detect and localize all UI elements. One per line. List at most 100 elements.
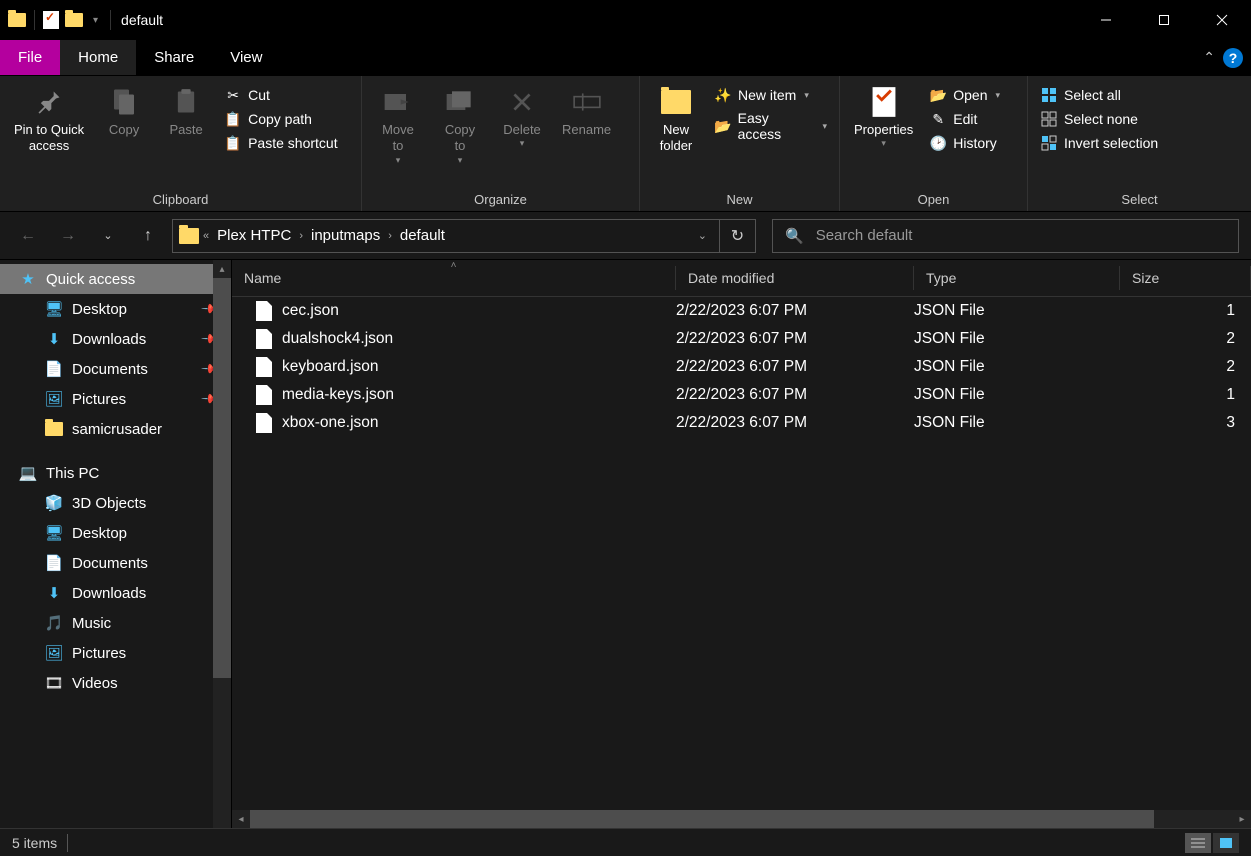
sidebar-downloads-pc[interactable]: ⬇Downloads bbox=[0, 578, 231, 608]
history-icon: 🕑 bbox=[929, 134, 947, 152]
sidebar-pictures[interactable]: 🖼Pictures📌 bbox=[0, 384, 231, 414]
sidebar-this-pc[interactable]: 💻This PC bbox=[0, 458, 231, 488]
videos-icon: 🎞 bbox=[44, 673, 64, 693]
select-none-icon bbox=[1040, 110, 1058, 128]
ribbon: Pin to Quick access Copy Paste ✂Cut 📋Cop… bbox=[0, 76, 1251, 212]
column-size[interactable]: Size bbox=[1120, 266, 1251, 290]
move-to-button[interactable]: Move to▾ bbox=[370, 80, 426, 170]
sidebar-documents-pc[interactable]: 📄Documents bbox=[0, 548, 231, 578]
search-input[interactable]: 🔍 Search default bbox=[772, 219, 1239, 253]
breadcrumb-item[interactable]: Plex HTPC bbox=[213, 227, 295, 244]
collapse-ribbon-icon[interactable]: ⌃ bbox=[1203, 49, 1215, 66]
column-type[interactable]: Type bbox=[914, 266, 1120, 290]
file-row[interactable]: dualshock4.json2/22/2023 6:07 PMJSON Fil… bbox=[232, 325, 1251, 353]
refresh-button[interactable]: ↻ bbox=[720, 219, 756, 253]
star-icon: ★ bbox=[18, 269, 38, 289]
sidebar-music[interactable]: 🎵Music bbox=[0, 608, 231, 638]
tab-file[interactable]: File bbox=[0, 40, 60, 75]
pc-icon: 💻 bbox=[18, 463, 38, 483]
file-row[interactable]: media-keys.json2/22/2023 6:07 PMJSON Fil… bbox=[232, 381, 1251, 409]
close-button[interactable] bbox=[1193, 0, 1251, 40]
sidebar-downloads[interactable]: ⬇Downloads📌 bbox=[0, 324, 231, 354]
item-count: 5 items bbox=[12, 835, 57, 851]
qat-properties-icon[interactable] bbox=[43, 11, 59, 29]
maximize-button[interactable] bbox=[1135, 0, 1193, 40]
help-button[interactable]: ? bbox=[1223, 48, 1243, 68]
horizontal-scrollbar[interactable]: ◂▸ bbox=[232, 810, 1251, 828]
sidebar-scrollbar[interactable]: ▴ bbox=[213, 260, 231, 828]
back-button[interactable]: ← bbox=[12, 220, 44, 252]
paste-button[interactable]: Paste bbox=[158, 80, 214, 142]
tab-home[interactable]: Home bbox=[60, 40, 136, 75]
sidebar-3d-objects[interactable]: 🧊3D Objects bbox=[0, 488, 231, 518]
folder-icon bbox=[179, 228, 199, 244]
paste-shortcut-icon: 📋 bbox=[224, 134, 242, 152]
easy-access-button[interactable]: 📂Easy access▾ bbox=[710, 108, 831, 144]
file-icon bbox=[256, 413, 272, 433]
column-name[interactable]: Name˄ bbox=[232, 266, 676, 290]
select-none-button[interactable]: Select none bbox=[1036, 108, 1162, 130]
recent-dropdown[interactable]: ⌄ bbox=[92, 220, 124, 252]
tab-share[interactable]: Share bbox=[136, 40, 212, 75]
file-row[interactable]: cec.json2/22/2023 6:07 PMJSON File1 bbox=[232, 297, 1251, 325]
file-date: 2/22/2023 6:07 PM bbox=[676, 358, 914, 376]
file-name: xbox-one.json bbox=[282, 414, 379, 432]
tab-view[interactable]: View bbox=[212, 40, 280, 75]
details-view-button[interactable] bbox=[1185, 833, 1211, 853]
select-all-button[interactable]: Select all bbox=[1036, 84, 1162, 106]
breadcrumb-item[interactable]: inputmaps bbox=[307, 227, 384, 244]
pictures-icon: 🖼 bbox=[44, 643, 64, 663]
file-row[interactable]: keyboard.json2/22/2023 6:07 PMJSON File2 bbox=[232, 353, 1251, 381]
address-dropdown-icon[interactable]: ⌄ bbox=[692, 229, 713, 242]
sidebar-quick-access[interactable]: ★Quick access bbox=[0, 264, 231, 294]
copy-icon bbox=[106, 84, 142, 120]
sidebar-desktop-pc[interactable]: 🖥Desktop bbox=[0, 518, 231, 548]
navigation-sidebar: ★Quick access 🖥Desktop📌 ⬇Downloads📌 📄Doc… bbox=[0, 260, 232, 828]
downloads-icon: ⬇ bbox=[44, 329, 64, 349]
sidebar-desktop[interactable]: 🖥Desktop📌 bbox=[0, 294, 231, 324]
music-icon: 🎵 bbox=[44, 613, 64, 633]
edit-button[interactable]: ✎Edit bbox=[925, 108, 1004, 130]
invert-selection-button[interactable]: Invert selection bbox=[1036, 132, 1162, 154]
new-folder-button[interactable]: New folder bbox=[648, 80, 704, 159]
pin-quick-access-button[interactable]: Pin to Quick access bbox=[8, 80, 90, 159]
file-size: 2 bbox=[1120, 330, 1251, 348]
sidebar-pictures-pc[interactable]: 🖼Pictures bbox=[0, 638, 231, 668]
cut-icon: ✂ bbox=[224, 86, 242, 104]
qat-open-icon[interactable] bbox=[65, 13, 83, 27]
sidebar-samicrusader[interactable]: samicrusader bbox=[0, 414, 231, 444]
file-type: JSON File bbox=[914, 330, 1120, 348]
paste-shortcut-button[interactable]: 📋Paste shortcut bbox=[220, 132, 342, 154]
file-type: JSON File bbox=[914, 414, 1120, 432]
cut-button[interactable]: ✂Cut bbox=[220, 84, 342, 106]
new-item-button[interactable]: ✨New item▾ bbox=[710, 84, 831, 106]
file-row[interactable]: xbox-one.json2/22/2023 6:07 PMJSON File3 bbox=[232, 409, 1251, 437]
file-type: JSON File bbox=[914, 358, 1120, 376]
address-bar[interactable]: « Plex HTPC › inputmaps › default ⌄ bbox=[172, 219, 720, 253]
file-icon bbox=[256, 329, 272, 349]
file-type: JSON File bbox=[914, 386, 1120, 404]
qat-dropdown-icon[interactable]: ▾ bbox=[93, 15, 98, 26]
select-all-icon bbox=[1040, 86, 1058, 104]
file-name: media-keys.json bbox=[282, 386, 394, 404]
copy-path-button[interactable]: 📋Copy path bbox=[220, 108, 342, 130]
breadcrumb-item[interactable]: default bbox=[396, 227, 449, 244]
history-button[interactable]: 🕑History bbox=[925, 132, 1004, 154]
delete-button[interactable]: Delete▾ bbox=[494, 80, 550, 153]
column-date[interactable]: Date modified bbox=[676, 266, 914, 290]
downloads-icon: ⬇ bbox=[44, 583, 64, 603]
open-button[interactable]: 📂Open▾ bbox=[925, 84, 1004, 106]
copy-button[interactable]: Copy bbox=[96, 80, 152, 142]
forward-button[interactable]: → bbox=[52, 220, 84, 252]
file-name: cec.json bbox=[282, 302, 339, 320]
file-type: JSON File bbox=[914, 302, 1120, 320]
thumbnails-view-button[interactable] bbox=[1213, 833, 1239, 853]
up-button[interactable]: ↑ bbox=[132, 220, 164, 252]
sidebar-documents[interactable]: 📄Documents📌 bbox=[0, 354, 231, 384]
copy-to-button[interactable]: Copy to▾ bbox=[432, 80, 488, 170]
minimize-button[interactable] bbox=[1077, 0, 1135, 40]
rename-button[interactable]: Rename bbox=[556, 80, 617, 142]
sidebar-videos[interactable]: 🎞Videos bbox=[0, 668, 231, 698]
properties-button[interactable]: Properties▾ bbox=[848, 80, 919, 153]
qat-folder-icon[interactable] bbox=[8, 13, 26, 27]
